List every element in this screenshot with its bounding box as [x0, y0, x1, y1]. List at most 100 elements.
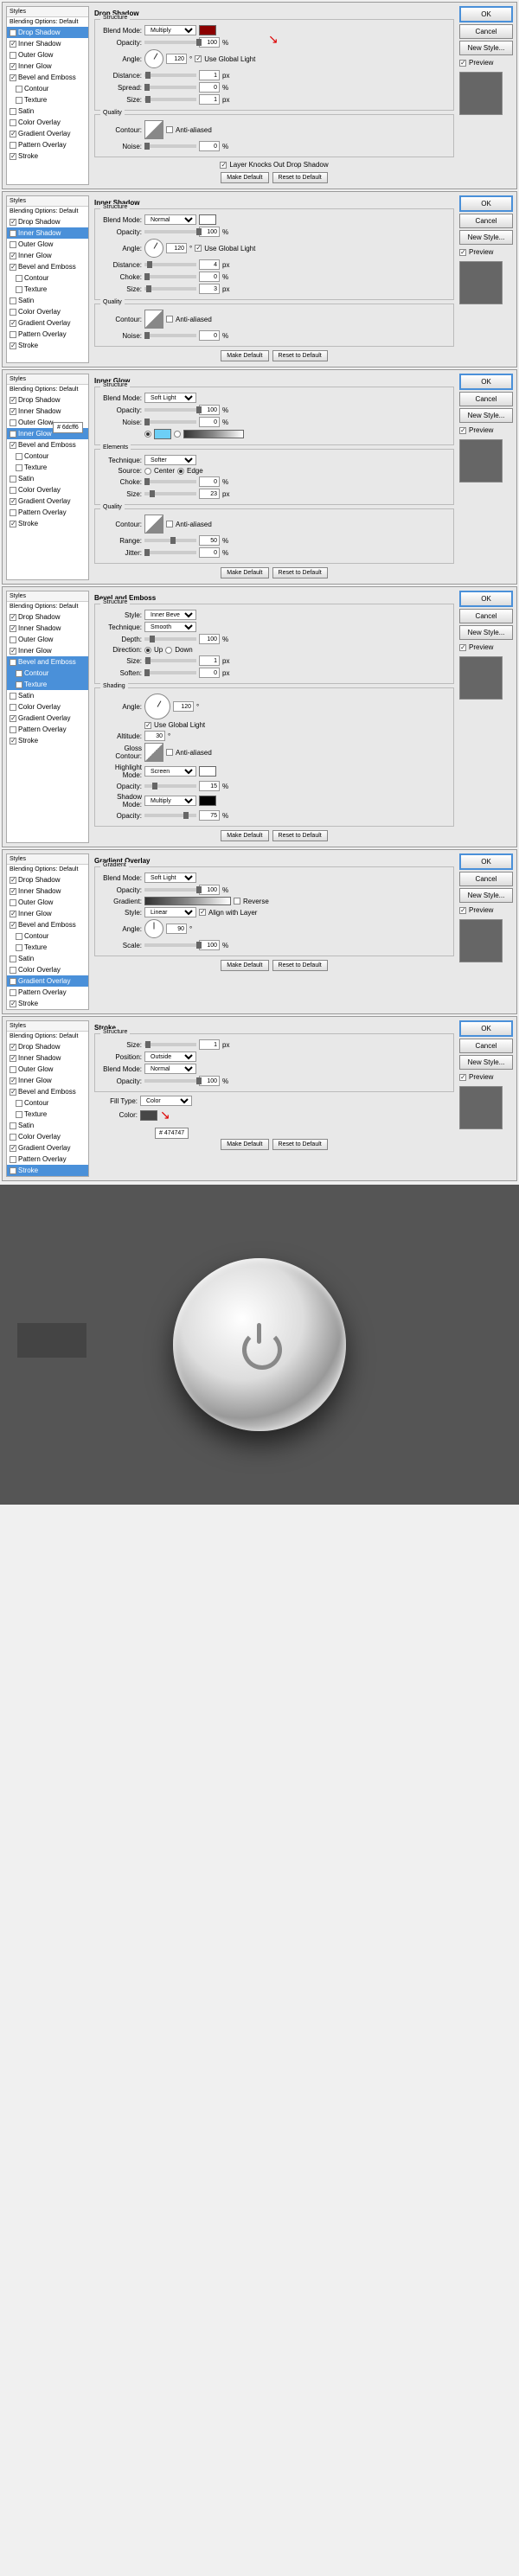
preview-checkbox[interactable]: Preview — [459, 906, 513, 914]
checkbox-icon[interactable] — [10, 331, 16, 338]
checkbox-icon[interactable] — [10, 397, 16, 404]
style-item-bevel-and-emboss[interactable]: Bevel and Emboss — [7, 72, 88, 83]
dropdown[interactable]: Soft Light — [144, 873, 196, 883]
style-item-contour[interactable]: Contour — [7, 83, 88, 94]
ok-button[interactable]: OK — [459, 374, 513, 390]
style-item-drop-shadow[interactable]: Drop Shadow — [7, 394, 88, 406]
checkbox-icon[interactable] — [10, 219, 16, 226]
new-style-button[interactable]: New Style... — [459, 41, 513, 55]
style-item-inner-glow[interactable]: Inner Glow — [7, 645, 88, 656]
checkbox-icon[interactable] — [10, 320, 16, 327]
style-item-drop-shadow[interactable]: Drop Shadow — [7, 27, 88, 38]
preview-checkbox[interactable]: Preview — [459, 59, 513, 67]
number-input[interactable] — [199, 1076, 220, 1086]
number-input[interactable] — [199, 82, 220, 93]
checkbox-icon[interactable] — [10, 636, 16, 643]
reset-default-button[interactable]: Reset to Default — [272, 172, 328, 183]
style-item-stroke[interactable]: Stroke — [7, 340, 88, 351]
checkbox-icon[interactable] — [10, 153, 16, 160]
checkbox-icon[interactable] — [10, 119, 16, 126]
make-default-button[interactable]: Make Default — [221, 830, 268, 841]
dropdown[interactable]: Screen — [144, 766, 196, 777]
checkbox-icon[interactable] — [16, 286, 22, 293]
number-input[interactable] — [166, 243, 187, 253]
style-item-outer-glow[interactable]: Outer Glow — [7, 239, 88, 250]
radio-edge[interactable] — [177, 468, 184, 475]
style-item-stroke[interactable]: Stroke — [7, 150, 88, 162]
style-item-contour[interactable]: Contour — [7, 930, 88, 942]
dropdown[interactable]: Multiply — [144, 796, 196, 806]
style-item-inner-glow[interactable]: Inner Glow — [7, 250, 88, 261]
slider[interactable] — [144, 41, 196, 44]
number-input[interactable] — [199, 476, 220, 487]
slider[interactable] — [144, 943, 196, 947]
new-style-button[interactable]: New Style... — [459, 230, 513, 245]
number-input[interactable] — [199, 330, 220, 341]
style-item-gradient-overlay[interactable]: Gradient Overlay — [7, 1142, 88, 1154]
style-item-outer-glow[interactable]: Outer Glow — [7, 634, 88, 645]
checkbox-icon[interactable] — [16, 275, 22, 282]
style-item-gradient-overlay[interactable]: Gradient Overlay — [7, 317, 88, 329]
style-item-bevel-and-emboss[interactable]: Bevel and Emboss — [7, 919, 88, 930]
angle-control[interactable] — [144, 49, 163, 68]
ok-button[interactable]: OK — [459, 195, 513, 212]
checkbox-icon[interactable] — [10, 74, 16, 81]
style-item-inner-shadow[interactable]: Inner Shadow — [7, 885, 88, 897]
slider[interactable] — [144, 1079, 196, 1083]
checkbox-icon[interactable] — [10, 704, 16, 711]
checkbox[interactable] — [144, 722, 151, 729]
slider[interactable] — [144, 287, 196, 291]
dropdown[interactable]: Inner Bevel — [144, 610, 196, 620]
checkbox-icon[interactable] — [10, 989, 16, 996]
number-input[interactable] — [166, 54, 187, 64]
style-item-stroke[interactable]: Stroke — [7, 998, 88, 1009]
checkbox-icon[interactable] — [10, 888, 16, 895]
slider[interactable] — [144, 480, 196, 483]
number-input[interactable] — [199, 141, 220, 151]
checkbox-icon[interactable] — [10, 252, 16, 259]
color-swatch[interactable] — [199, 796, 216, 806]
style-item-texture[interactable]: Texture — [7, 679, 88, 690]
checkbox-icon[interactable] — [10, 41, 16, 48]
slider[interactable] — [144, 420, 196, 424]
number-input[interactable] — [199, 489, 220, 499]
checkbox-icon[interactable] — [10, 419, 16, 426]
number-input[interactable] — [199, 655, 220, 666]
style-item-bevel-and-emboss[interactable]: Bevel and Emboss — [7, 656, 88, 668]
style-item-contour[interactable]: Contour — [7, 272, 88, 284]
checkbox-icon[interactable] — [16, 1111, 22, 1118]
style-item-inner-shadow[interactable]: Inner Shadow — [7, 38, 88, 49]
style-item-inner-shadow[interactable]: Inner Shadow — [7, 623, 88, 634]
number-input[interactable] — [199, 885, 220, 895]
style-item-color-overlay[interactable]: Color Overlay — [7, 964, 88, 975]
checkbox-icon[interactable] — [16, 933, 22, 940]
number-input[interactable] — [199, 70, 220, 80]
style-item-texture[interactable]: Texture — [7, 462, 88, 473]
number-input[interactable] — [199, 259, 220, 270]
slider[interactable] — [144, 551, 196, 554]
dropdown[interactable]: Normal — [144, 214, 196, 225]
checkbox-icon[interactable] — [10, 52, 16, 59]
checkbox-icon[interactable] — [10, 487, 16, 494]
color-swatch[interactable] — [154, 429, 171, 439]
style-item-stroke[interactable]: Stroke — [7, 1165, 88, 1176]
slider[interactable] — [144, 275, 196, 278]
slider[interactable] — [144, 659, 196, 662]
blending-options[interactable]: Blending Options: Default — [7, 385, 88, 394]
preview-checkbox[interactable]: Preview — [459, 1073, 513, 1081]
dropdown[interactable]: Outside — [144, 1051, 196, 1062]
reset-default-button[interactable]: Reset to Default — [272, 830, 328, 841]
checkbox-icon[interactable] — [16, 97, 22, 104]
gradient-picker[interactable] — [183, 430, 244, 438]
style-item-bevel-and-emboss[interactable]: Bevel and Emboss — [7, 1086, 88, 1097]
number-input[interactable] — [199, 272, 220, 282]
slider[interactable] — [144, 671, 196, 674]
checkbox-icon[interactable] — [10, 899, 16, 906]
number-input[interactable] — [199, 94, 220, 105]
reset-default-button[interactable]: Reset to Default — [272, 567, 328, 578]
checkbox-icon[interactable] — [10, 1077, 16, 1084]
style-item-inner-glow[interactable]: Inner Glow — [7, 1075, 88, 1086]
radio-center[interactable] — [144, 468, 151, 475]
checkbox-icon[interactable] — [10, 108, 16, 115]
slider[interactable] — [144, 1043, 196, 1046]
